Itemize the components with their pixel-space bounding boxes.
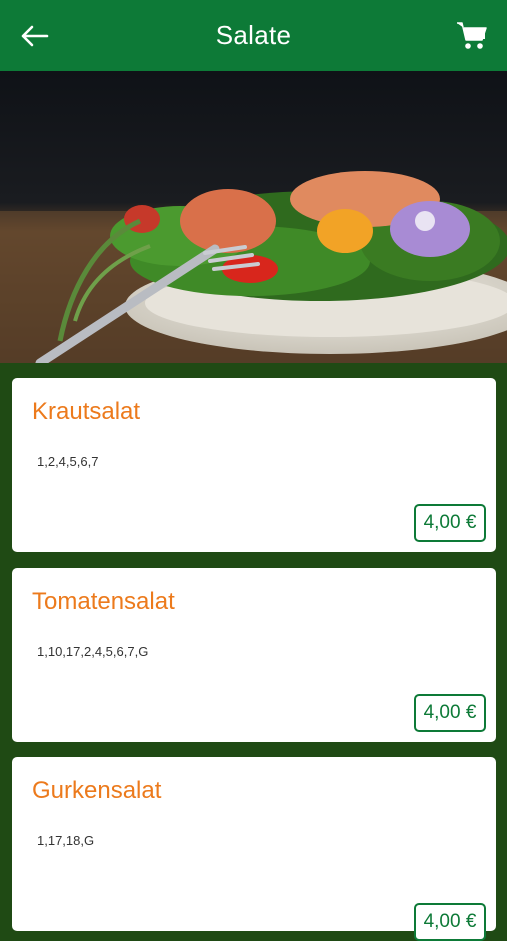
item-allergen-codes: 1,2,4,5,6,7	[37, 454, 99, 469]
menu-item-card[interactable]: Gurkensalat 1,17,18,G 4,00 €	[12, 757, 496, 941]
item-name: Tomatensalat	[32, 588, 175, 615]
item-name: Gurkensalat	[32, 777, 162, 804]
page-title: Salate	[215, 20, 292, 50]
app-header: Salate	[0, 0, 507, 71]
shopping-cart-icon	[457, 22, 487, 49]
menu-item-card[interactable]: Krautsalat 1,2,4,5,6,7 4,00 €	[12, 378, 496, 552]
menu-item-card[interactable]: Tomatensalat 1,10,17,2,4,5,6,7,G 4,00 €	[12, 568, 496, 742]
back-button[interactable]	[14, 18, 54, 54]
price-button[interactable]: 4,00 €	[414, 504, 486, 542]
cart-button[interactable]	[453, 17, 491, 55]
price-button[interactable]: 4,00 €	[414, 903, 486, 941]
item-allergen-codes: 1,17,18,G	[37, 833, 95, 848]
item-allergen-codes: 1,10,17,2,4,5,6,7,G	[37, 644, 149, 659]
item-name: Krautsalat	[32, 398, 141, 425]
arrow-left-icon	[21, 25, 49, 47]
salad-hero-image	[0, 71, 507, 363]
price-button[interactable]: 4,00 €	[414, 694, 486, 732]
